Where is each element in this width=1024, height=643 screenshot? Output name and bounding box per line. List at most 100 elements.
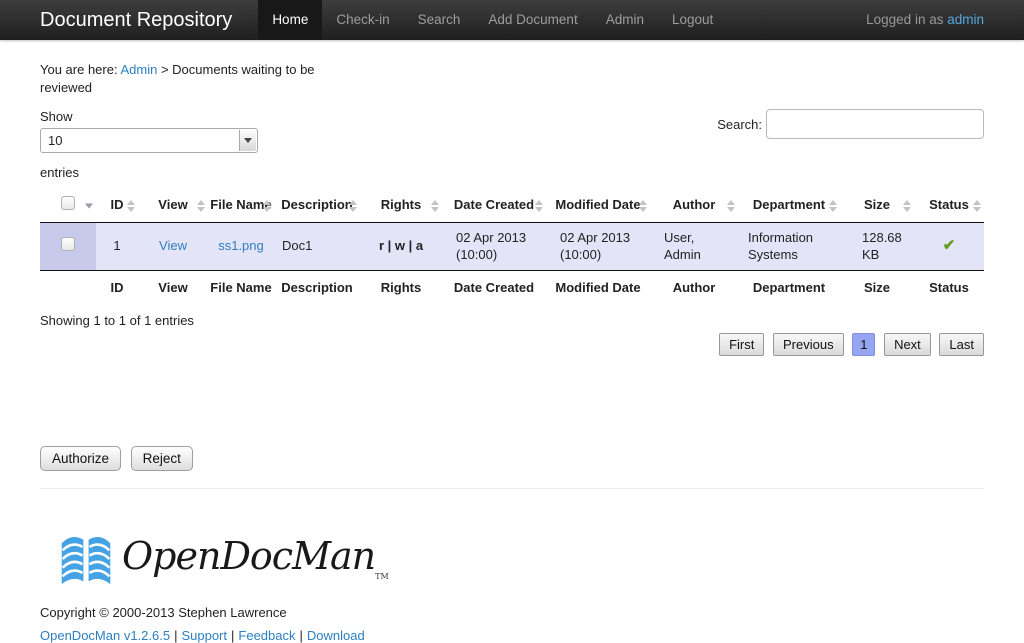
sort-desc-icon (85, 203, 93, 208)
header-rights[interactable]: Rights (360, 189, 442, 222)
cell-id: 1 (96, 222, 138, 270)
breadcrumb-separator: > (157, 62, 172, 77)
header-size[interactable]: Size (840, 189, 914, 222)
cell-file-name: ss1.png (208, 222, 274, 270)
sort-icon (263, 200, 271, 212)
header-status[interactable]: Status (914, 189, 984, 222)
footer-link-separator: | (231, 628, 234, 643)
header-modified-date[interactable]: Modified Date (546, 189, 650, 222)
nav-item-search[interactable]: Search (404, 0, 475, 40)
footer-department: Department (738, 270, 840, 305)
nav-item-add-document[interactable]: Add Document (474, 0, 591, 40)
nav-item-check-in[interactable]: Check-in (322, 0, 403, 40)
review-actions: Authorize Reject (40, 446, 984, 471)
header-date-created[interactable]: Date Created (442, 189, 546, 222)
footer-status: Status (914, 270, 984, 305)
nav-item-home[interactable]: Home (258, 0, 322, 40)
cell-department: Information Systems (738, 222, 840, 270)
table-search-control: Search: (717, 109, 984, 139)
header-department[interactable]: Department (738, 189, 840, 222)
show-label: Show (40, 109, 260, 124)
table-header-row: ID View File Name Description Rights Dat… (40, 189, 984, 222)
cell-view: View (138, 222, 208, 270)
footer-link-download[interactable]: Download (307, 628, 365, 643)
view-link[interactable]: View (159, 238, 187, 253)
header-view[interactable]: View (138, 189, 208, 222)
cell-status: ✔ (914, 222, 984, 270)
breadcrumb: You are here: Admin > Documents waiting … (40, 61, 360, 97)
breadcrumb-admin-link[interactable]: Admin (120, 62, 157, 77)
footer-rights: Rights (360, 270, 442, 305)
current-page-button[interactable]: 1 (852, 333, 875, 356)
select-dropdown-button[interactable] (239, 130, 256, 151)
logged-in-status: Logged in as admin (866, 0, 984, 40)
search-label: Search: (717, 117, 762, 132)
cell-description: Doc1 (274, 222, 360, 270)
sort-icon (535, 200, 543, 212)
pagination: First Previous 1 Next Last (40, 333, 984, 356)
row-checkbox[interactable] (61, 237, 75, 251)
footer-link-separator: | (300, 628, 303, 643)
sort-icon (197, 200, 205, 212)
row-select-cell (40, 222, 96, 270)
app-title: Document Repository (40, 0, 232, 40)
last-page-button[interactable]: Last (939, 333, 984, 356)
table-summary: Showing 1 to 1 of 1 entries (40, 313, 984, 328)
search-input[interactable] (766, 109, 984, 139)
nav-item-logout[interactable]: Logout (658, 0, 727, 40)
footer-link-separator: | (174, 628, 177, 643)
file-name-link[interactable]: ss1.png (218, 238, 264, 253)
header-file-name[interactable]: File Name (208, 189, 274, 222)
status-approved-check-icon: ✔ (943, 237, 956, 254)
sort-icon (727, 200, 735, 212)
select-all-checkbox[interactable] (61, 196, 75, 210)
first-page-button[interactable]: First (719, 333, 764, 356)
cell-modified-date: 02 Apr 2013 (10:00) (546, 222, 650, 270)
footer-divider (40, 488, 984, 489)
sort-icon (973, 200, 981, 212)
footer-author: Author (650, 270, 738, 305)
page-size-select[interactable]: 10 (40, 128, 258, 153)
previous-page-button[interactable]: Previous (773, 333, 844, 356)
footer-link-version[interactable]: OpenDocMan v1.2.6.5 (40, 628, 170, 643)
table-row: 1 View ss1.png Doc1 r | w | a 02 Apr 201… (40, 222, 984, 270)
header-id[interactable]: ID (96, 189, 138, 222)
header-author[interactable]: Author (650, 189, 738, 222)
footer-date-created: Date Created (442, 270, 546, 305)
footer-link-feedback[interactable]: Feedback (238, 628, 295, 643)
sort-icon (829, 200, 837, 212)
footer-file-name: File Name (208, 270, 274, 305)
footer-description: Description (274, 270, 360, 305)
cell-size: 128.68 KB (840, 222, 914, 270)
top-navbar: Document Repository Home Check-in Search… (0, 0, 1024, 40)
sort-icon (639, 200, 647, 212)
logged-in-label: Logged in as (866, 12, 947, 27)
current-user-link[interactable]: admin (947, 12, 984, 27)
footer-id: ID (96, 270, 138, 305)
sort-icon (431, 200, 439, 212)
table-footer-row: ID View File Name Description Rights Dat… (40, 270, 984, 305)
nav-item-admin[interactable]: Admin (592, 0, 658, 40)
opendocman-logo[interactable]: OpenDocManTM (60, 529, 984, 589)
footer-empty (40, 270, 96, 305)
footer-size: Size (840, 270, 914, 305)
reject-button[interactable]: Reject (131, 446, 193, 471)
trademark-symbol: TM (375, 572, 389, 581)
chevron-down-icon (244, 138, 252, 143)
authorize-button[interactable]: Authorize (40, 446, 121, 471)
page-size-value: 10 (48, 133, 62, 148)
header-select-all[interactable] (40, 189, 96, 222)
footer-link-support[interactable]: Support (181, 628, 227, 643)
sort-icon (127, 200, 135, 212)
cell-date-created: 02 Apr 2013 (10:00) (442, 222, 546, 270)
cell-rights: r | w | a (360, 222, 442, 270)
documents-table: ID View File Name Description Rights Dat… (40, 189, 984, 305)
footer-modified-date: Modified Date (546, 270, 650, 305)
open-book-icon (60, 529, 112, 589)
logo-wordmark: OpenDocManTM (122, 537, 389, 581)
footer-links: OpenDocMan v1.2.6.5 | Support | Feedback | Dow… (40, 628, 984, 643)
header-description[interactable]: Description (274, 189, 360, 222)
next-page-button[interactable]: Next (884, 333, 931, 356)
entries-label: entries (40, 165, 260, 180)
cell-author: User, Admin (650, 222, 738, 270)
